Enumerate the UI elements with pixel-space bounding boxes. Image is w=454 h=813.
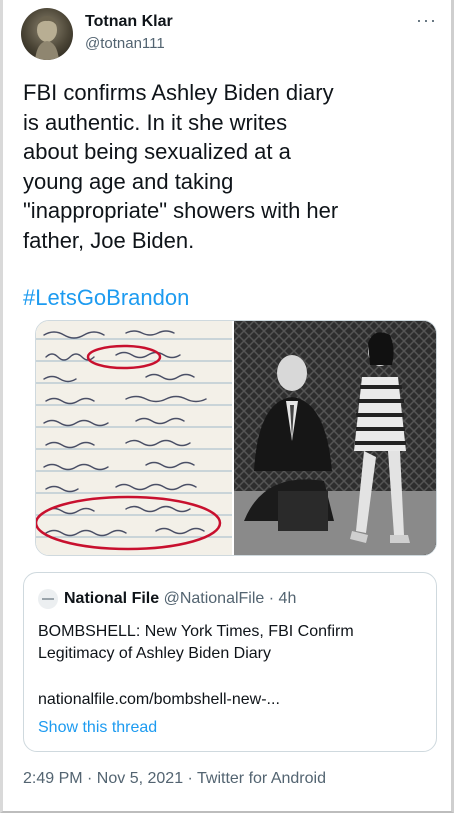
quoted-author-handle[interactable]: @NationalFile — [164, 590, 265, 607]
more-options-icon[interactable]: ··· — [416, 10, 437, 31]
author-handle[interactable]: @totnan111 — [85, 35, 165, 52]
tweet-header: Totnan Klar @totnan111 ··· — [21, 8, 441, 62]
show-thread-link[interactable]: Show this thread — [38, 719, 157, 737]
media-grid[interactable] — [35, 320, 437, 556]
author-name[interactable]: Totnan Klar — [85, 13, 173, 31]
avatar[interactable] — [21, 8, 73, 60]
quoted-link[interactable]: nationalfile.com/bombshell-new-... — [38, 691, 280, 709]
hashtag-link[interactable]: #LetsGoBrandon — [23, 285, 189, 311]
quoted-text: BOMBSHELL: New York Times, FBI Confirm L… — [38, 623, 354, 662]
quoted-author-name[interactable]: National File — [64, 590, 159, 607]
quoted-tweet[interactable]: National File @NationalFile · 4h BOMBSHE… — [23, 572, 437, 752]
tweet-timestamp[interactable]: 2:49 PM · Nov 5, 2021 · Twitter for Andr… — [23, 770, 326, 788]
photo-image[interactable] — [234, 321, 436, 555]
diary-image[interactable] — [36, 321, 232, 555]
quoted-avatar-icon — [38, 589, 58, 609]
tweet-text: FBI confirms Ashley Biden diary is authe… — [23, 80, 339, 253]
tweet-card: Totnan Klar @totnan111 ··· FBI confirms … — [0, 0, 454, 813]
quoted-header: National File @NationalFile · 4h — [38, 589, 296, 609]
quoted-time: · 4h — [268, 590, 297, 607]
